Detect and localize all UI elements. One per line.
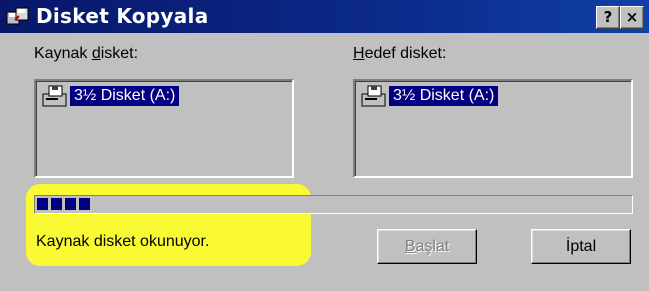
destination-disk-list[interactable]: 3½ Disket (A:) (353, 79, 633, 178)
source-label: Kaynak disket: (34, 45, 138, 63)
progress-segment (79, 198, 90, 210)
floppy-drive-icon (361, 85, 386, 107)
floppy-drive-icon (42, 85, 67, 107)
destination-label-accel: H (353, 45, 365, 62)
source-disk-label: 3½ Disket (A:) (70, 86, 180, 106)
cancel-button[interactable]: İptal (531, 229, 631, 264)
start-button[interactable]: Başlat (377, 229, 477, 264)
close-button[interactable]: × (620, 6, 644, 29)
progress-fill (37, 198, 90, 210)
destination-label: Hedef disket: (353, 45, 446, 63)
destination-label-suffix: edef disket: (364, 45, 447, 62)
source-label-prefix: Kaynak (34, 45, 92, 62)
source-disk-list[interactable]: 3½ Disket (A:) (34, 79, 294, 178)
progress-segment (65, 198, 76, 210)
progress-segment (51, 198, 62, 210)
start-button-label: aşlat (415, 238, 450, 255)
start-button-accel: B (404, 238, 416, 255)
source-label-suffix: isket: (100, 45, 139, 62)
source-label-accel: d (91, 45, 101, 62)
copy-disk-icon (6, 7, 29, 25)
help-button[interactable]: ? (596, 6, 620, 29)
status-text: Kaynak disket okunuyor. (36, 233, 210, 250)
progress-bar (34, 195, 633, 214)
window-title: Disket Kopyala (36, 4, 209, 28)
progress-segment (37, 198, 48, 210)
destination-disk-label: 3½ Disket (A:) (389, 86, 499, 106)
title-bar[interactable]: Disket Kopyala ? × (0, 0, 649, 33)
